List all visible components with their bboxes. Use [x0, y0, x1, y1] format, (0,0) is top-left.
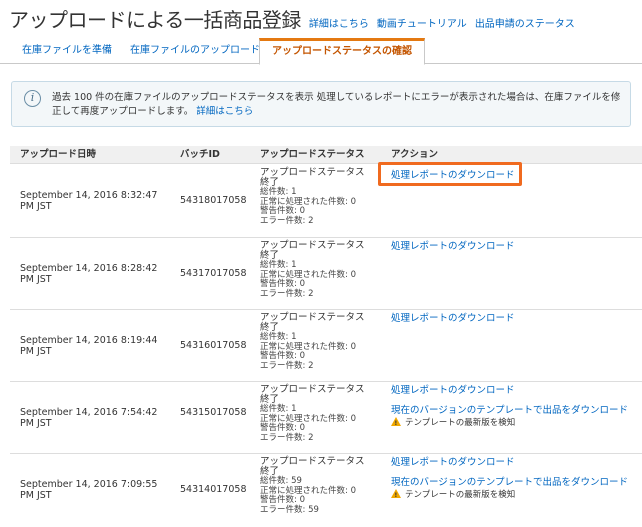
download-report-link[interactable]: 処理レポートのダウンロード — [391, 241, 515, 253]
table-row: September 14, 2016 7:54:42 PM JST 543150… — [10, 382, 642, 454]
warning-icon — [391, 417, 401, 429]
upload-status: アップロードステータス 終了 総件数: 59 正常に処理された件数: 0 警告件… — [260, 457, 365, 515]
listing-application-status-link[interactable]: 出品申請のステータス — [475, 15, 575, 30]
table-row: September 14, 2016 7:09:55 PM JST 543140… — [10, 454, 642, 527]
batch-id: 54315017058 — [180, 407, 247, 418]
details-link[interactable]: 詳細はこちら — [309, 15, 369, 30]
table-row: September 14, 2016 8:19:44 PM JST 543160… — [10, 310, 642, 382]
col-upload-datetime: アップロード日時 — [20, 149, 97, 160]
row-actions: 処理レポートのダウンロード 現在のバージョンのテンプレートで出品をダウンロード … — [391, 457, 628, 501]
download-report-link[interactable]: 処理レポートのダウンロード — [391, 457, 628, 469]
error-count: エラー件数: 2 — [260, 432, 314, 443]
download-template-listings-link[interactable]: 現在のバージョンのテンプレートで出品をダウンロード — [391, 405, 628, 417]
row-actions: 処理レポートのダウンロード 現在のバージョンのテンプレートで出品をダウンロード … — [391, 385, 628, 429]
download-report-link[interactable]: 処理レポートのダウンロード — [391, 385, 628, 397]
tab-check-upload-status[interactable]: アップロードステータスの確認 — [259, 38, 425, 65]
col-upload-status: アップロードステータス — [260, 149, 365, 160]
info-text: 過去 100 件の在庫ファイルのアップロードステータスを表示 処理しているレポー… — [52, 91, 627, 119]
title-row: アップロードによる一括商品登録 詳細はこちら 動画チュートリアル 出品申請のステ… — [9, 4, 575, 32]
batch-id: 54318017058 — [180, 195, 247, 206]
page-title: アップロードによる一括商品登録 — [9, 8, 301, 32]
upload-status: アップロードステータス 終了 総件数: 1 正常に処理された件数: 0 警告件数… — [260, 313, 365, 371]
row-actions: 処理レポートのダウンロード — [391, 313, 515, 325]
error-count: エラー件数: 2 — [260, 215, 314, 226]
info-box: i 過去 100 件の在庫ファイルのアップロードステータスを表示 処理しているレ… — [11, 81, 631, 127]
video-tutorial-link[interactable]: 動画チュートリアル — [377, 15, 467, 30]
col-batch-id: バッチID — [180, 149, 220, 160]
template-warning-text: テンプレートの最新版を検知 — [405, 490, 516, 500]
tab-prepare-inventory-file[interactable]: 在庫ファイルを準備 — [10, 38, 124, 64]
download-report-link[interactable]: 処理レポートのダウンロード — [391, 313, 515, 325]
upload-status: アップロードステータス 終了 総件数: 1 正常に処理された件数: 0 警告件数… — [260, 168, 365, 226]
info-icon: i — [24, 90, 41, 107]
row-actions: 処理レポートのダウンロード — [391, 241, 515, 253]
upload-date: September 14, 2016 8:32:47 PM JST — [20, 190, 158, 212]
highlight-box — [378, 162, 522, 186]
upload-status: アップロードステータス 終了 総件数: 1 正常に処理された件数: 0 警告件数… — [260, 241, 365, 299]
upload-date: September 14, 2016 7:54:42 PM JST — [20, 407, 158, 429]
download-template-listings-link[interactable]: 現在のバージョンのテンプレートで出品をダウンロード — [391, 477, 628, 489]
error-count: エラー件数: 2 — [260, 288, 314, 299]
info-details-link[interactable]: 詳細はこちら — [196, 106, 253, 117]
upload-date: September 14, 2016 8:19:44 PM JST — [20, 335, 158, 357]
error-count: エラー件数: 2 — [260, 360, 314, 371]
error-count: エラー件数: 59 — [260, 504, 319, 515]
upload-date: September 14, 2016 8:28:42 PM JST — [20, 263, 158, 285]
batch-id: 54314017058 — [180, 484, 247, 495]
upload-date: September 14, 2016 7:09:55 PM JST — [20, 479, 158, 501]
tab-bar: 在庫ファイルを準備 在庫ファイルのアップロード アップロードステータスの確認 — [0, 38, 642, 65]
upload-status: アップロードステータス 終了 総件数: 1 正常に処理された件数: 0 警告件数… — [260, 385, 365, 443]
warning-icon — [391, 489, 401, 501]
template-warning: テンプレートの最新版を検知 — [391, 489, 628, 501]
batch-id: 54317017058 — [180, 268, 247, 279]
table-row: September 14, 2016 8:32:47 PM JST 543180… — [10, 165, 642, 238]
table-row: September 14, 2016 8:28:42 PM JST 543170… — [10, 238, 642, 310]
tab-upload-inventory-file[interactable]: 在庫ファイルのアップロード — [118, 38, 272, 64]
table-header: アップロード日時 バッチID アップロードステータス アクション — [10, 146, 642, 164]
batch-id: 54316017058 — [180, 340, 247, 351]
template-warning-text: テンプレートの最新版を検知 — [405, 418, 516, 428]
template-warning: テンプレートの最新版を検知 — [391, 417, 628, 429]
info-message: 過去 100 件の在庫ファイルのアップロードステータスを表示 処理しているレポー… — [52, 92, 621, 117]
